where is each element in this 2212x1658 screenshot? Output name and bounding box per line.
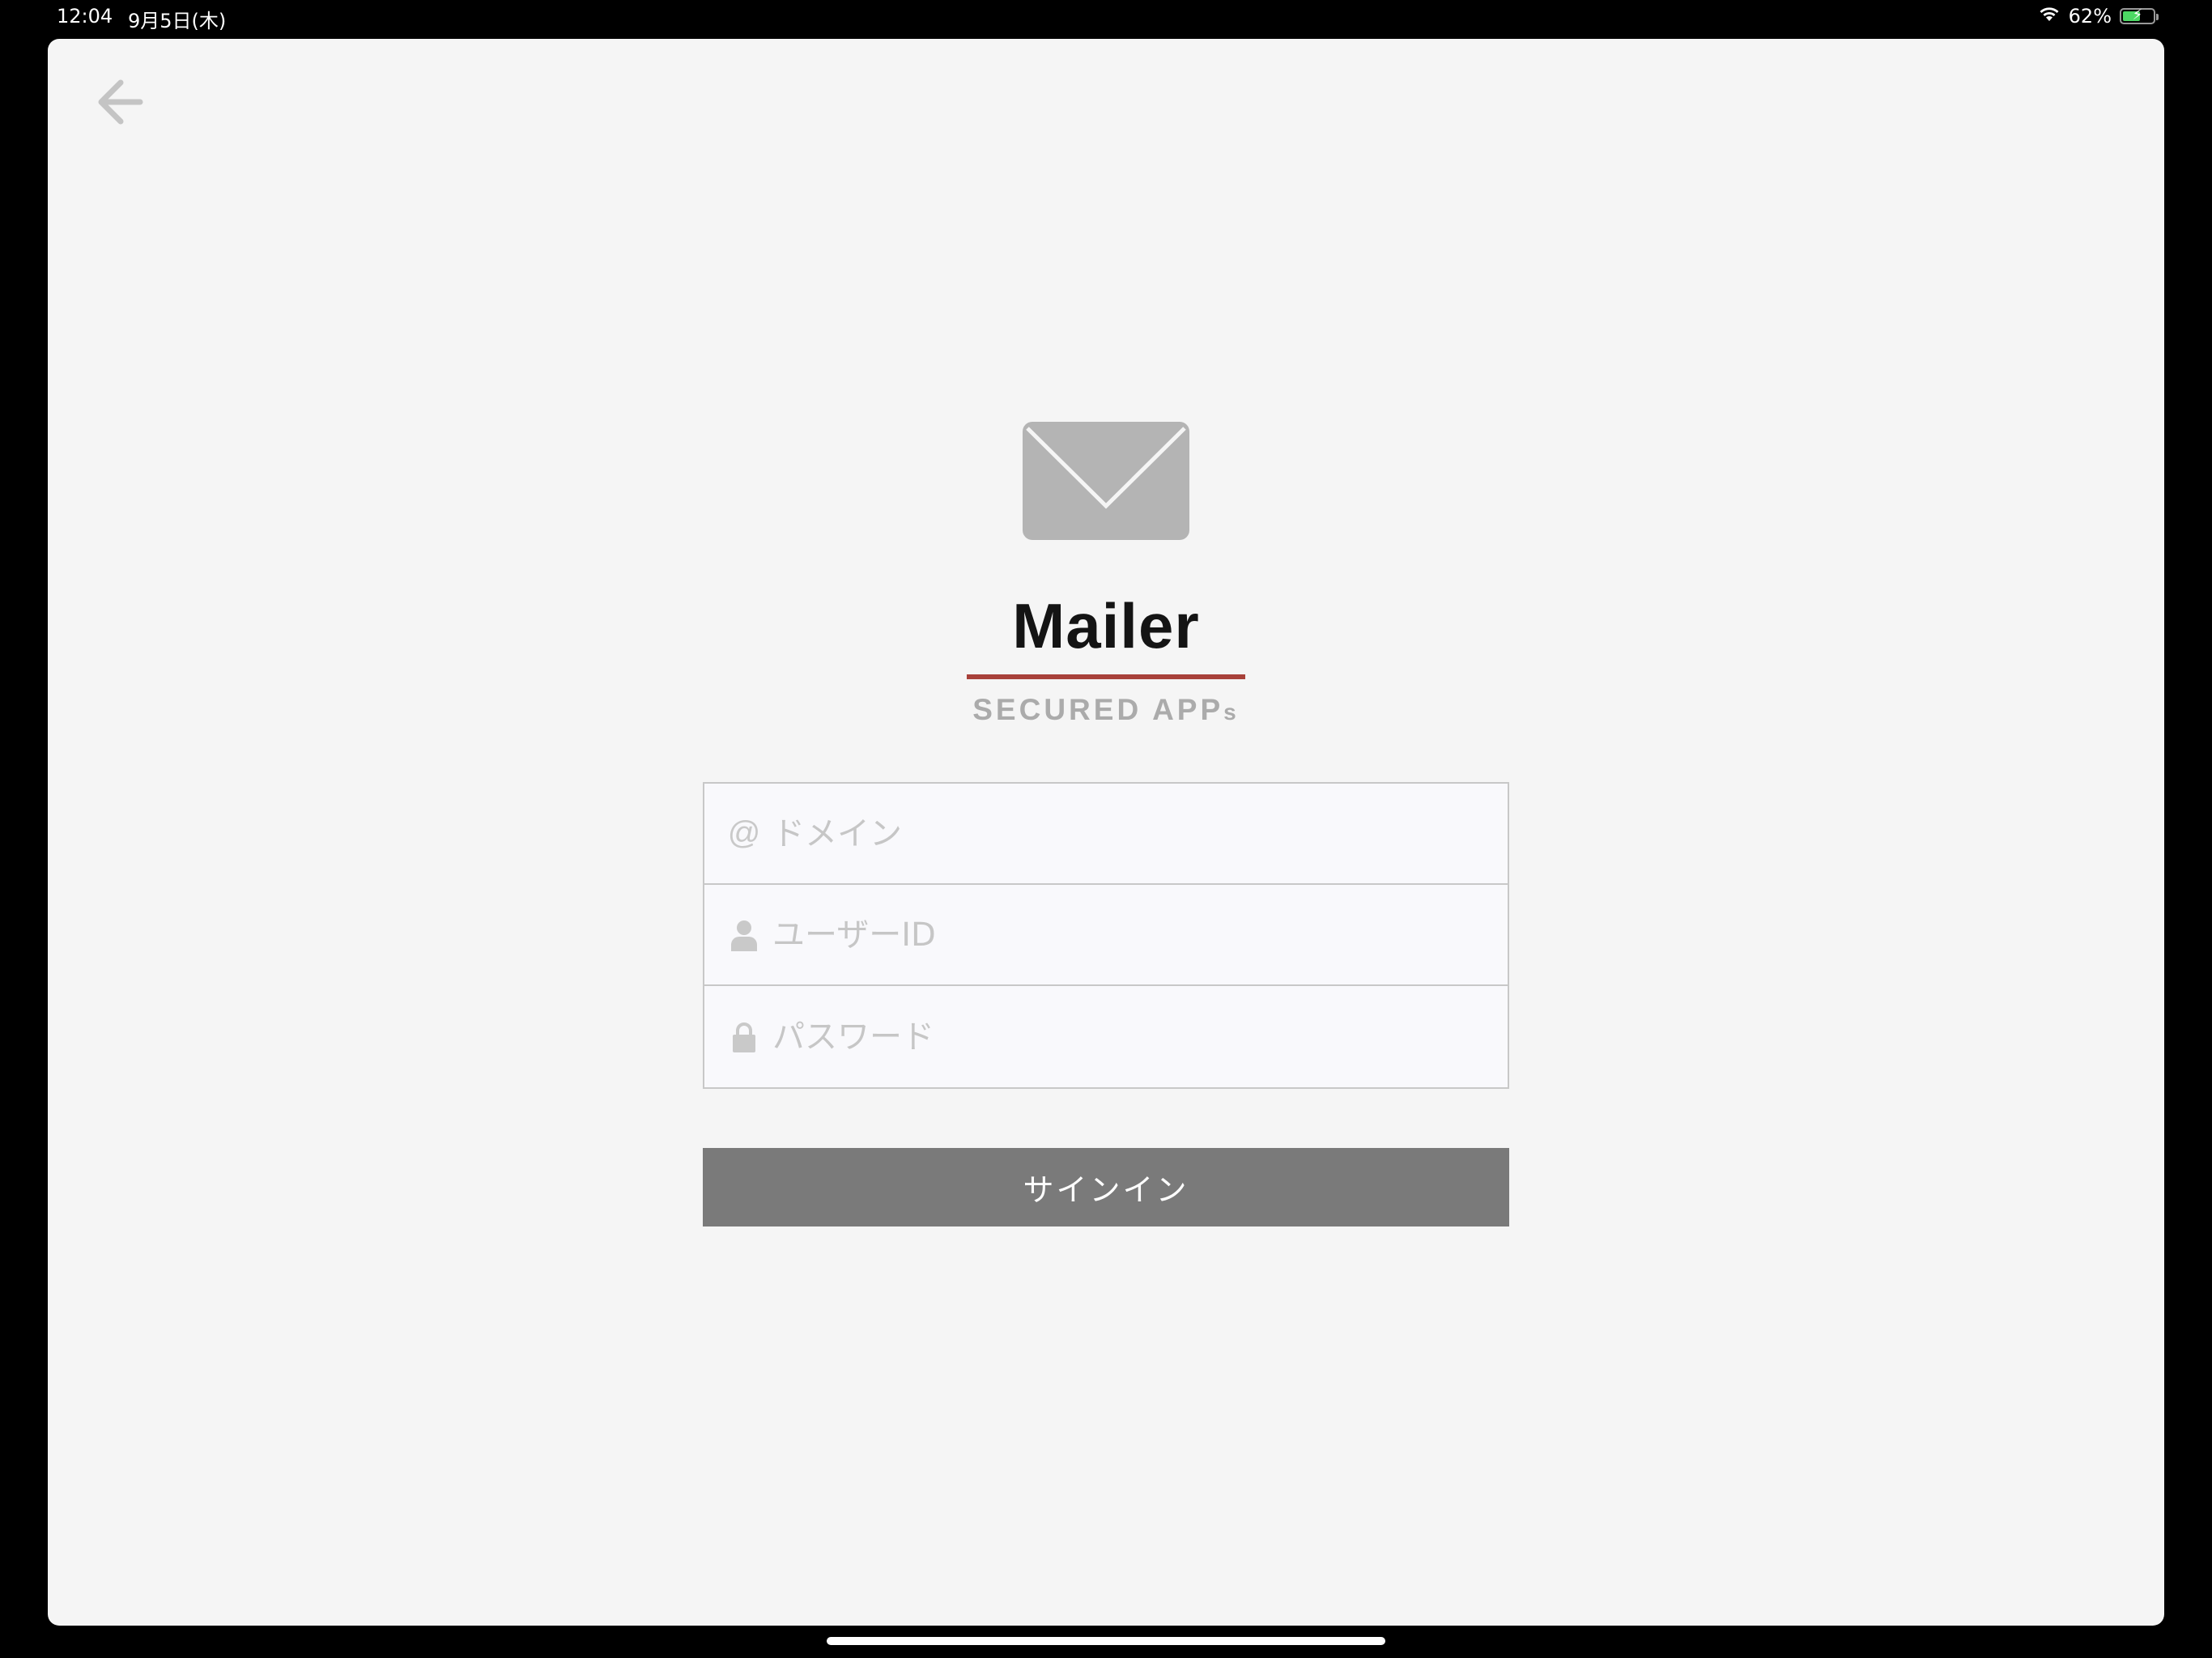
- lock-icon: [725, 1018, 763, 1056]
- home-indicator[interactable]: [827, 1637, 1385, 1645]
- signin-button[interactable]: サインイン: [703, 1148, 1509, 1226]
- back-button[interactable]: [79, 57, 160, 138]
- tagline-main: SECURED APP: [972, 693, 1224, 726]
- arrow-left-icon: [98, 79, 143, 125]
- domain-input[interactable]: [772, 784, 1508, 883]
- at-icon: @: [727, 815, 761, 851]
- password-field-row: [704, 986, 1508, 1087]
- status-time: 12:04: [57, 5, 113, 28]
- wifi-icon: [2038, 5, 2061, 28]
- app-name: Mailer: [1012, 590, 1200, 661]
- tagline: SECURED APPs: [48, 693, 2164, 727]
- login-screen: Mailer SECURED APPs @ ドメイン ユーザーID サインイン: [48, 39, 2164, 1626]
- charging-bolt-icon: ⚡: [2132, 6, 2143, 23]
- password-input[interactable]: [772, 986, 1508, 1087]
- battery-percent: 62%: [2068, 5, 2112, 28]
- login-form: @: [703, 782, 1509, 1089]
- brand-divider: [967, 674, 1245, 679]
- envelope-icon: [1023, 422, 1189, 540]
- status-date: 9月5日(木): [128, 10, 227, 32]
- battery-tip: [2156, 14, 2159, 20]
- status-indicators: 62% ⚡: [2038, 5, 2159, 28]
- user-id-field-row: [704, 885, 1508, 986]
- tagline-suffix: s: [1223, 699, 1240, 725]
- user-id-input[interactable]: [772, 885, 1508, 984]
- battery-charging-icon: ⚡: [2120, 6, 2159, 24]
- device-screen: 12:04 9月5日(木) 62% ⚡ Mailer SECURED APPs …: [0, 0, 2212, 1658]
- status-bar: 12:04 9月5日(木) 62% ⚡: [0, 0, 2212, 36]
- person-icon: [725, 916, 763, 954]
- domain-field-row: @: [704, 784, 1508, 885]
